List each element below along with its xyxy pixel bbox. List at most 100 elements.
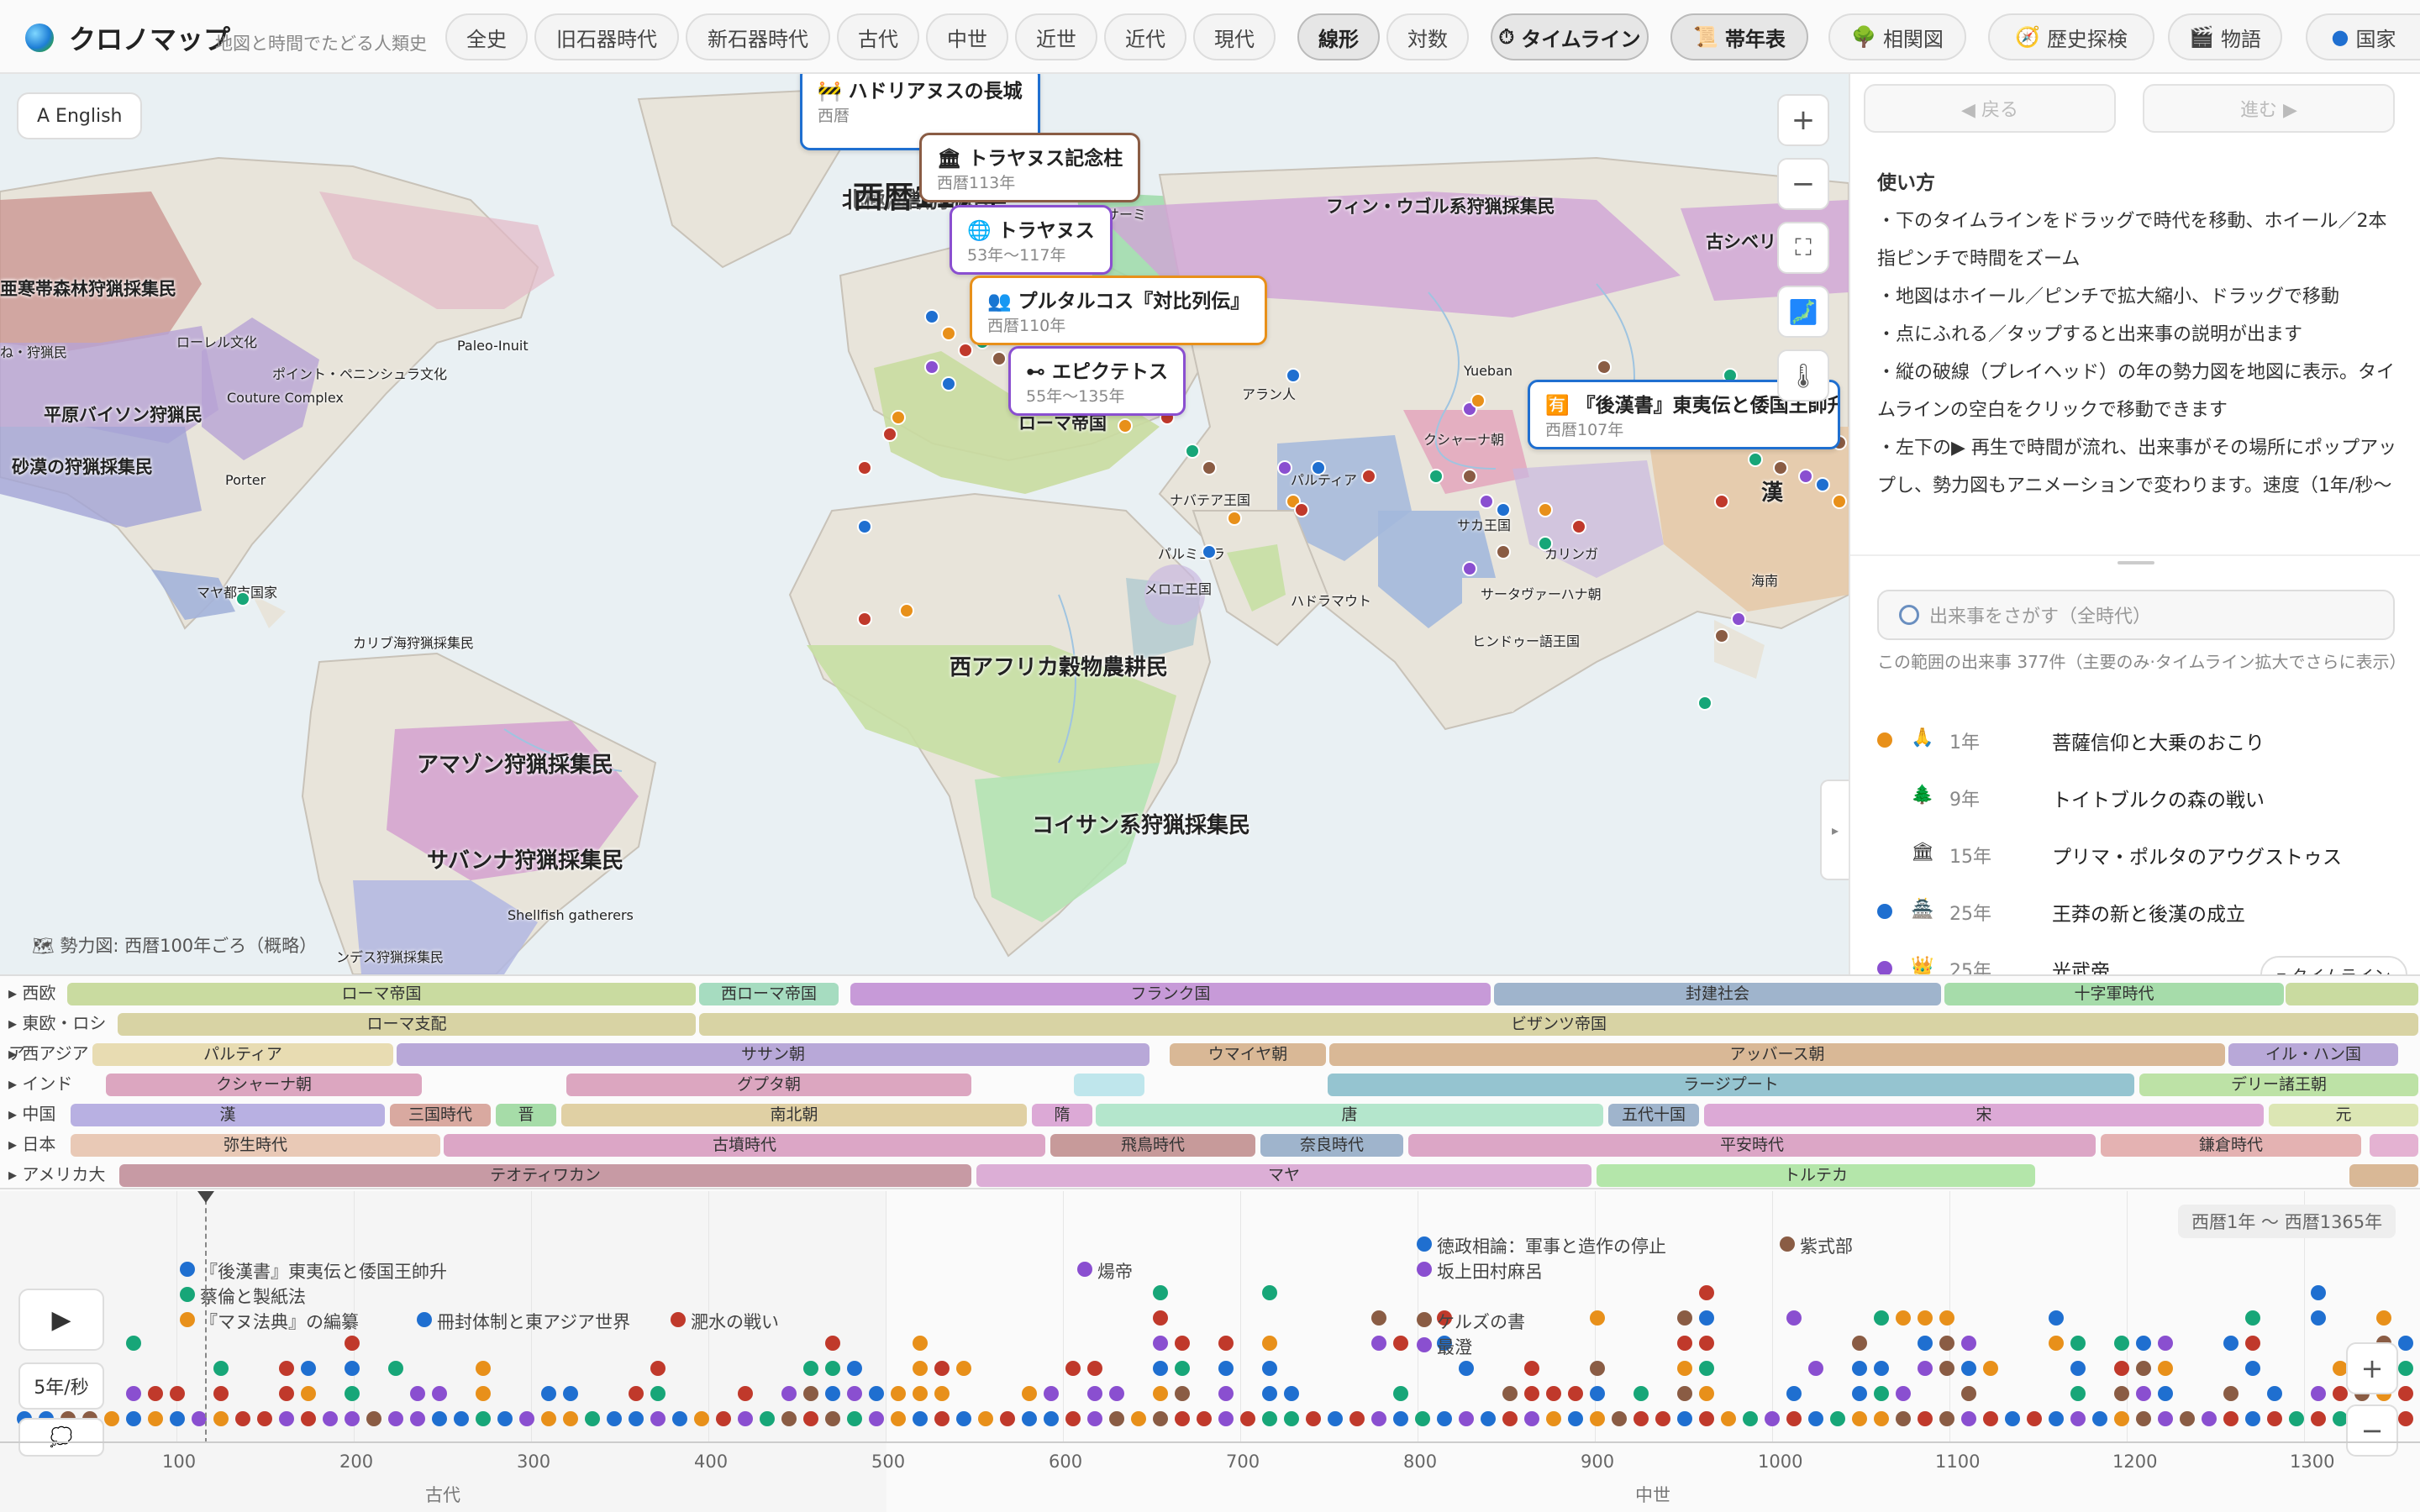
period-band[interactable]: 三国時代 (390, 1104, 491, 1126)
timeline-event-dot[interactable] (1262, 1285, 1277, 1300)
timeline-event-dot[interactable] (1918, 1310, 1933, 1326)
map-event-dot[interactable] (235, 591, 250, 606)
period-band[interactable]: 晋 (496, 1104, 556, 1126)
timeline-event-dot[interactable] (2245, 1336, 2260, 1351)
timeline-event-dot[interactable] (2070, 1361, 2086, 1376)
timeline-event-dot[interactable] (476, 1361, 491, 1376)
period-band[interactable]: 元 (2269, 1104, 2418, 1126)
timeline-event-dot[interactable] (126, 1336, 141, 1351)
timeline-event-dot[interactable] (2114, 1411, 2129, 1426)
timeline-event-dot[interactable] (1699, 1386, 1714, 1401)
timeline-event-dot[interactable] (1939, 1336, 1954, 1351)
event-search-input[interactable]: 出来事をさがす（全時代） (1877, 590, 2395, 640)
band-row-label[interactable]: ▸ インド (0, 1068, 118, 1099)
timeline-event-dot[interactable] (345, 1336, 360, 1351)
timeline-event-dot[interactable] (2333, 1386, 2348, 1401)
timeline-event-dot[interactable] (891, 1386, 906, 1401)
timeline-event-label[interactable]: ケルズの書 (1437, 1309, 1525, 1334)
timeline-event-dot[interactable] (1939, 1310, 1954, 1326)
timeline-event-dot[interactable] (1699, 1411, 1714, 1426)
timeline-event-dot[interactable] (345, 1386, 360, 1401)
period-band[interactable]: ササン朝 (397, 1043, 1150, 1066)
timeline-event-dot[interactable] (301, 1411, 316, 1426)
period-band[interactable]: 西ローマ帝国 (699, 983, 839, 1005)
timeline-event-dot[interactable] (934, 1411, 950, 1426)
timeline-event-dot[interactable] (1961, 1386, 1976, 1401)
timeline-event-dot[interactable] (869, 1411, 884, 1426)
timeline-event-dot[interactable] (1874, 1386, 1889, 1401)
timeline-event-dot[interactable] (213, 1386, 229, 1401)
map-event-dot[interactable] (1597, 360, 1612, 375)
timeline-event-dot[interactable] (2005, 1411, 2020, 1426)
timeline-event-dot[interactable] (1417, 1337, 1432, 1352)
timeline-event-dot[interactable] (1218, 1361, 1234, 1376)
timeline-event-dot[interactable] (585, 1411, 600, 1426)
timeline-event-dot[interactable] (934, 1386, 950, 1401)
map-event-dot[interactable] (1227, 511, 1242, 526)
map-event-dot[interactable] (1748, 452, 1763, 467)
period-band[interactable]: ラージプート (1328, 1074, 2134, 1096)
map-event-dot[interactable] (1428, 469, 1444, 484)
timeline-event-dot[interactable] (1743, 1411, 1758, 1426)
map-event-dot[interactable] (958, 343, 973, 358)
timeline-event-dot[interactable] (1262, 1386, 1277, 1401)
map-event-dot[interactable] (1731, 612, 1746, 627)
event-card-epictetus[interactable]: ⊷ エピクテトス 55年〜135年 (1008, 346, 1186, 416)
timeline-event-label[interactable]: 冊封体制と東アジア世界 (437, 1309, 630, 1334)
timeline-event-dot[interactable] (1371, 1411, 1386, 1426)
timeline-event-dot[interactable] (1786, 1411, 1802, 1426)
timeline-event-dot[interactable] (2136, 1361, 2151, 1376)
period-band[interactable]: グプタ朝 (566, 1074, 971, 1096)
timeline-event-dot[interactable] (1240, 1411, 1255, 1426)
period-band[interactable]: 飛鳥時代 (1050, 1134, 1255, 1157)
timeline-event-dot[interactable] (1786, 1310, 1802, 1326)
timeline-event-dot[interactable] (1459, 1361, 1474, 1376)
map-event-dot[interactable] (992, 351, 1007, 366)
timeline-event-dot[interactable] (476, 1411, 491, 1426)
timeline-event-dot[interactable] (2049, 1310, 2064, 1326)
timeline-event-dot[interactable] (738, 1411, 753, 1426)
map-event-dot[interactable] (1286, 368, 1301, 383)
map-event-dot[interactable] (924, 309, 939, 324)
fullscreen-icon[interactable]: ⛶ (1777, 222, 1829, 274)
timeline-event-dot[interactable] (1022, 1386, 1037, 1401)
timeline-event-dot[interactable] (126, 1411, 141, 1426)
timeline-event-dot[interactable] (1000, 1411, 1015, 1426)
timeline-event-dot[interactable] (1699, 1336, 1714, 1351)
timeline-event-dot[interactable] (213, 1361, 229, 1376)
timeline-event-dot[interactable] (2267, 1386, 2282, 1401)
period-band[interactable]: テオティワカン (119, 1164, 971, 1187)
mode-explore-button[interactable]: 🧭 歴史探検 (1988, 13, 2154, 60)
period-band[interactable]: 鎌倉時代 (2101, 1134, 2361, 1157)
timeline-event-dot[interactable] (913, 1336, 928, 1351)
timeline-event-dot[interactable] (1087, 1361, 1102, 1376)
map-event-dot[interactable] (1714, 494, 1729, 509)
period-band[interactable]: 漢 (71, 1104, 385, 1126)
timeline-event-dot[interactable] (2070, 1411, 2086, 1426)
timeline-event-dot[interactable] (1153, 1386, 1168, 1401)
timeline-event-dot[interactable] (1349, 1411, 1365, 1426)
event-card-plutarch[interactable]: 👥 プルタルコス『対比列伝』 西暦110年 (970, 276, 1268, 345)
timeline-event-dot[interactable] (180, 1287, 195, 1302)
period-band[interactable]: 平安時代 (1408, 1134, 2096, 1157)
period-band[interactable]: フランク国 (850, 983, 1491, 1005)
forward-button[interactable]: 進む ▶ (2143, 84, 2395, 133)
event-card-trajan[interactable]: 🌐 トラヤヌス 53年〜117年 (950, 205, 1113, 275)
timeline-event-dot[interactable] (1852, 1361, 1867, 1376)
period-band[interactable] (1074, 1074, 1144, 1096)
timeline-event-dot[interactable] (1939, 1411, 1954, 1426)
timeline-event-dot[interactable] (497, 1411, 513, 1426)
timeline-event-dot[interactable] (563, 1386, 578, 1401)
event-list-item[interactable]: 🙏 1年 菩薩信仰と大乗のおこり (1850, 711, 2420, 768)
period-band[interactable]: ローマ帝国 (67, 983, 696, 1005)
timeline-event-dot[interactable] (1087, 1386, 1102, 1401)
timeline-event-dot[interactable] (476, 1386, 491, 1401)
timeline-event-dot[interactable] (1655, 1411, 1670, 1426)
timeline-event-dot[interactable] (1918, 1336, 1933, 1351)
speed-button[interactable]: 5年/秒 (18, 1362, 104, 1410)
mode-story-button[interactable]: 🎬 物語 (2168, 13, 2282, 60)
map-event-dot[interactable] (891, 410, 906, 425)
map-event-dot[interactable] (1815, 477, 1830, 492)
timeline-event-dot[interactable] (650, 1411, 666, 1426)
timeline-event-dot[interactable] (825, 1411, 840, 1426)
